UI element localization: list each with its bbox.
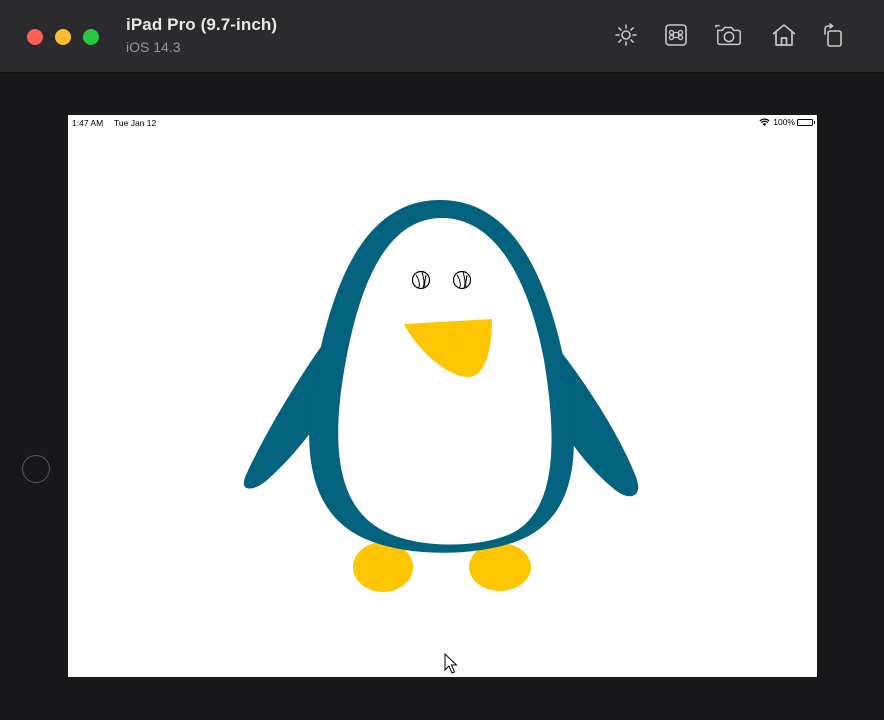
device-name: iPad Pro (9.7-inch)	[126, 15, 278, 34]
home-icon	[772, 24, 796, 46]
rotate-icon	[824, 23, 842, 47]
zoom-window-button[interactable]	[83, 29, 99, 45]
screenshot-button[interactable]	[715, 21, 743, 49]
command-icon	[665, 24, 687, 46]
penguin-left-eye	[411, 270, 431, 290]
appearance-button[interactable]	[612, 21, 640, 49]
rotate-button[interactable]	[819, 21, 847, 49]
minimize-window-button[interactable]	[55, 29, 71, 45]
keyboard-shortcuts-button[interactable]	[662, 21, 690, 49]
brightness-icon	[615, 24, 637, 46]
device-screen[interactable]: 1:47 AM Tue Jan 12 100%	[68, 115, 817, 677]
title-bar: iPad Pro (9.7-inch) iOS 14.3	[0, 0, 884, 73]
hardware-home-button[interactable]	[22, 455, 50, 483]
mouse-cursor-icon	[444, 653, 458, 674]
close-window-button[interactable]	[27, 29, 43, 45]
os-version: iOS 14.3	[126, 39, 181, 55]
home-button[interactable]	[770, 21, 798, 49]
penguin-right-eye	[452, 270, 472, 290]
camera-icon	[715, 24, 741, 46]
simulator-window: iPad Pro (9.7-inch) iOS 14.3 1:47 AM Tue…	[0, 0, 884, 720]
penguin-illustration	[243, 200, 639, 592]
